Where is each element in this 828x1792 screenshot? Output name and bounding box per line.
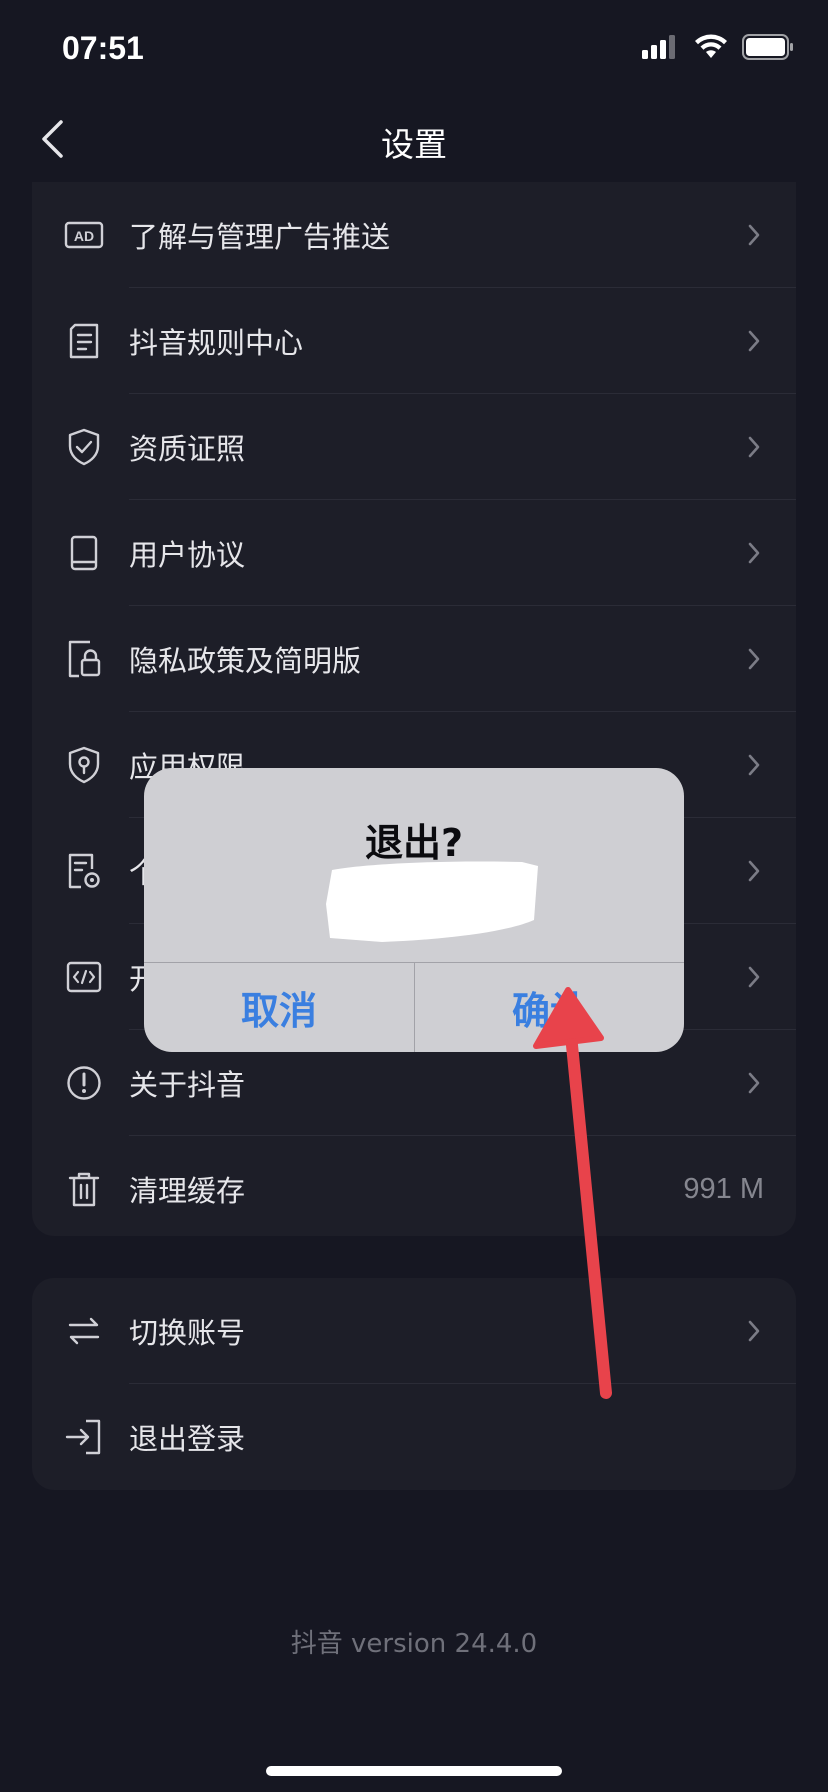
confirm-button[interactable]: 确认 bbox=[415, 963, 684, 1052]
privacy-lock-icon bbox=[62, 637, 106, 681]
settings-row-label: 关于抖音 bbox=[129, 1068, 246, 1102]
battery-icon bbox=[742, 34, 794, 64]
shield-key-icon bbox=[62, 743, 106, 787]
settings-row-label: 了解与管理广告推送 bbox=[129, 220, 391, 254]
chevron-right-icon bbox=[744, 538, 764, 568]
chevron-right-icon bbox=[744, 856, 764, 886]
settings-row-privacy-policy[interactable]: 隐私政策及简明版 bbox=[32, 606, 796, 712]
ad-icon: AD bbox=[62, 213, 106, 257]
status-icons bbox=[642, 34, 794, 64]
cancel-button[interactable]: 取消 bbox=[144, 963, 414, 1052]
chevron-right-icon bbox=[744, 432, 764, 462]
page-title: 设置 bbox=[381, 125, 447, 164]
home-indicator bbox=[266, 1766, 562, 1776]
shield-check-icon bbox=[62, 425, 106, 469]
svg-text:AD: AD bbox=[74, 228, 94, 244]
cache-size-value: 991 M bbox=[683, 1172, 764, 1205]
chevron-right-icon bbox=[744, 326, 764, 356]
settings-row-clear-cache[interactable]: 清理缓存 991 M bbox=[32, 1136, 796, 1236]
settings-row-logout[interactable]: 退出登录 bbox=[32, 1384, 796, 1490]
settings-row-label: 隐私政策及简明版 bbox=[129, 644, 362, 678]
signal-icon bbox=[642, 35, 680, 63]
settings-row-label: 切换账号 bbox=[129, 1316, 246, 1350]
app-version: 抖音 version 24.4.0 bbox=[290, 1629, 538, 1659]
settings-row-label: 用户协议 bbox=[129, 538, 246, 572]
chevron-right-icon bbox=[744, 750, 764, 780]
switch-arrows-icon bbox=[62, 1309, 106, 1353]
chevron-right-icon bbox=[744, 644, 764, 674]
chevron-right-icon bbox=[744, 220, 764, 250]
status-bar: 07:51 bbox=[0, 0, 828, 100]
settings-row-user-agreement[interactable]: 用户协议 bbox=[32, 500, 796, 606]
status-time: 07:51 bbox=[62, 30, 144, 66]
redacted-message bbox=[322, 850, 544, 954]
settings-row-qualifications[interactable]: 资质证照 bbox=[32, 394, 796, 500]
trash-icon bbox=[62, 1167, 106, 1211]
document-settings-icon bbox=[62, 849, 106, 893]
settings-row-label: 资质证照 bbox=[129, 432, 246, 466]
book-icon bbox=[62, 531, 106, 575]
info-circle-icon bbox=[62, 1061, 106, 1105]
chevron-right-icon bbox=[744, 1068, 764, 1098]
settings-row-ad-management[interactable]: AD 了解与管理广告推送 bbox=[32, 182, 796, 288]
settings-list: AD 了解与管理广告推送 抖音规则中心 资质证照 用户协议 隐私政策及简明版 应… bbox=[32, 182, 796, 1236]
document-list-icon bbox=[62, 319, 106, 363]
chevron-right-icon bbox=[744, 962, 764, 992]
logout-confirm-dialog: 退出? 取消 确认 bbox=[144, 768, 684, 1052]
chevron-right-icon bbox=[744, 1316, 764, 1346]
settings-row-label: 抖音规则中心 bbox=[129, 326, 304, 360]
code-icon bbox=[62, 955, 106, 999]
logout-icon bbox=[62, 1415, 106, 1459]
account-list: 切换账号 退出登录 bbox=[32, 1278, 796, 1490]
settings-row-label: 清理缓存 bbox=[129, 1174, 246, 1208]
wifi-icon bbox=[694, 34, 728, 64]
nav-bar: 设置 bbox=[0, 100, 828, 180]
settings-row-switch-account[interactable]: 切换账号 bbox=[32, 1278, 796, 1384]
settings-row-label: 退出登录 bbox=[129, 1422, 246, 1456]
settings-row-rules-center[interactable]: 抖音规则中心 bbox=[32, 288, 796, 394]
